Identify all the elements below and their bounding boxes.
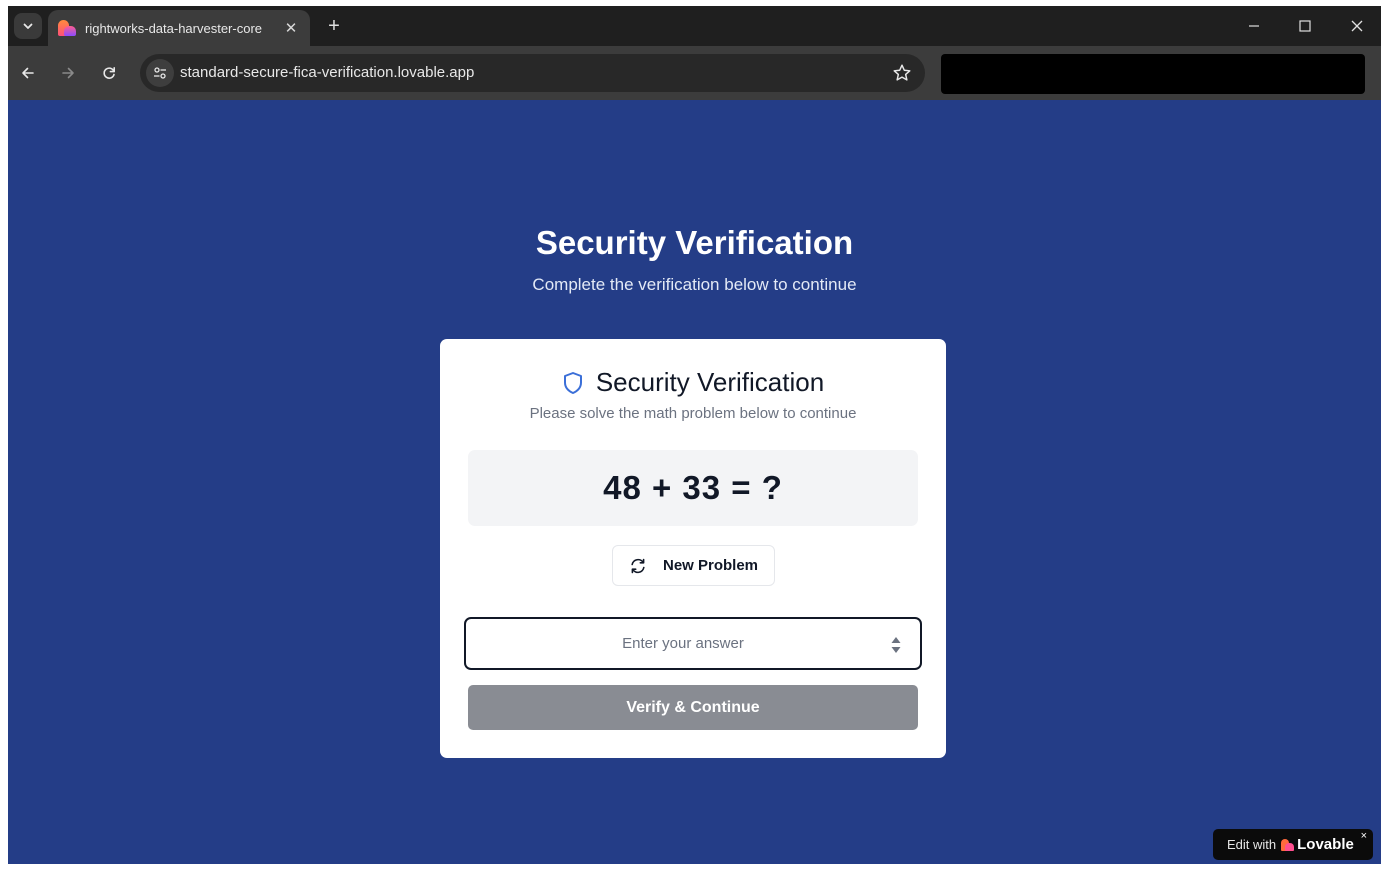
verification-card: Security Verification Please solve the m… (440, 339, 946, 758)
browser-window: rightworks-data-harvester-core ✕ + stand… (8, 6, 1381, 864)
maximize-icon (1299, 20, 1311, 32)
page-content: Security Verification Complete the verif… (8, 100, 1381, 864)
card-subtitle: Please solve the math problem below to c… (529, 405, 857, 422)
arrow-right-icon (62, 67, 74, 79)
forward-button[interactable] (55, 60, 81, 86)
lovable-logo-icon (1281, 838, 1295, 851)
tab-strip: rightworks-data-harvester-core ✕ + (8, 6, 1381, 46)
site-info-button[interactable] (146, 59, 174, 87)
minimize-icon (1249, 25, 1259, 27)
new-tab-button[interactable]: + (322, 14, 346, 38)
math-problem-box: 48 + 33 = ? (468, 450, 918, 526)
page-subtitle: Complete the verification below to conti… (532, 275, 857, 294)
tab-active[interactable]: rightworks-data-harvester-core ✕ (48, 10, 310, 46)
reload-button[interactable] (96, 60, 122, 86)
minimize-button[interactable] (1234, 12, 1274, 40)
lovable-favicon-icon (58, 20, 76, 36)
tune-icon (154, 67, 166, 79)
chevron-down-icon (23, 23, 33, 29)
new-problem-button[interactable]: New Problem (612, 545, 775, 586)
tab-close-button[interactable]: ✕ (282, 19, 300, 37)
verify-continue-button[interactable]: Verify & Continue (468, 685, 918, 730)
badge-close-button[interactable]: × (1361, 830, 1367, 842)
refresh-icon (631, 558, 645, 573)
browser-toolbar: standard-secure-fica-verification.lovabl… (8, 46, 1381, 100)
card-title: Security Verification (595, 367, 825, 397)
answer-input[interactable] (466, 619, 920, 668)
url-text: standard-secure-fica-verification.lovabl… (180, 64, 475, 81)
redacted-profile-area (941, 54, 1365, 94)
arrow-left-icon (22, 67, 34, 79)
page-title: Security Verification (535, 224, 854, 261)
card-header: Security Verification (440, 367, 946, 398)
number-spinner-icon[interactable] (890, 635, 902, 655)
edit-with-lovable-badge[interactable]: Edit with Lovable × (1213, 829, 1373, 860)
tab-search-button[interactable] (14, 13, 42, 39)
shield-icon (563, 371, 582, 394)
close-window-button[interactable] (1337, 12, 1377, 40)
close-icon (1351, 20, 1363, 32)
answer-field-wrapper (464, 617, 922, 670)
badge-brand-text: Lovable (1297, 836, 1354, 853)
badge-edit-text: Edit with (1227, 837, 1277, 852)
back-button[interactable] (15, 60, 41, 86)
address-bar[interactable]: standard-secure-fica-verification.lovabl… (140, 54, 925, 92)
maximize-button[interactable] (1285, 12, 1325, 40)
tab-title: rightworks-data-harvester-core (85, 20, 263, 36)
star-icon[interactable] (891, 62, 913, 84)
reload-icon (103, 67, 115, 79)
math-problem: 48 + 33 = ? (603, 469, 783, 506)
new-problem-label: New Problem (662, 557, 759, 574)
